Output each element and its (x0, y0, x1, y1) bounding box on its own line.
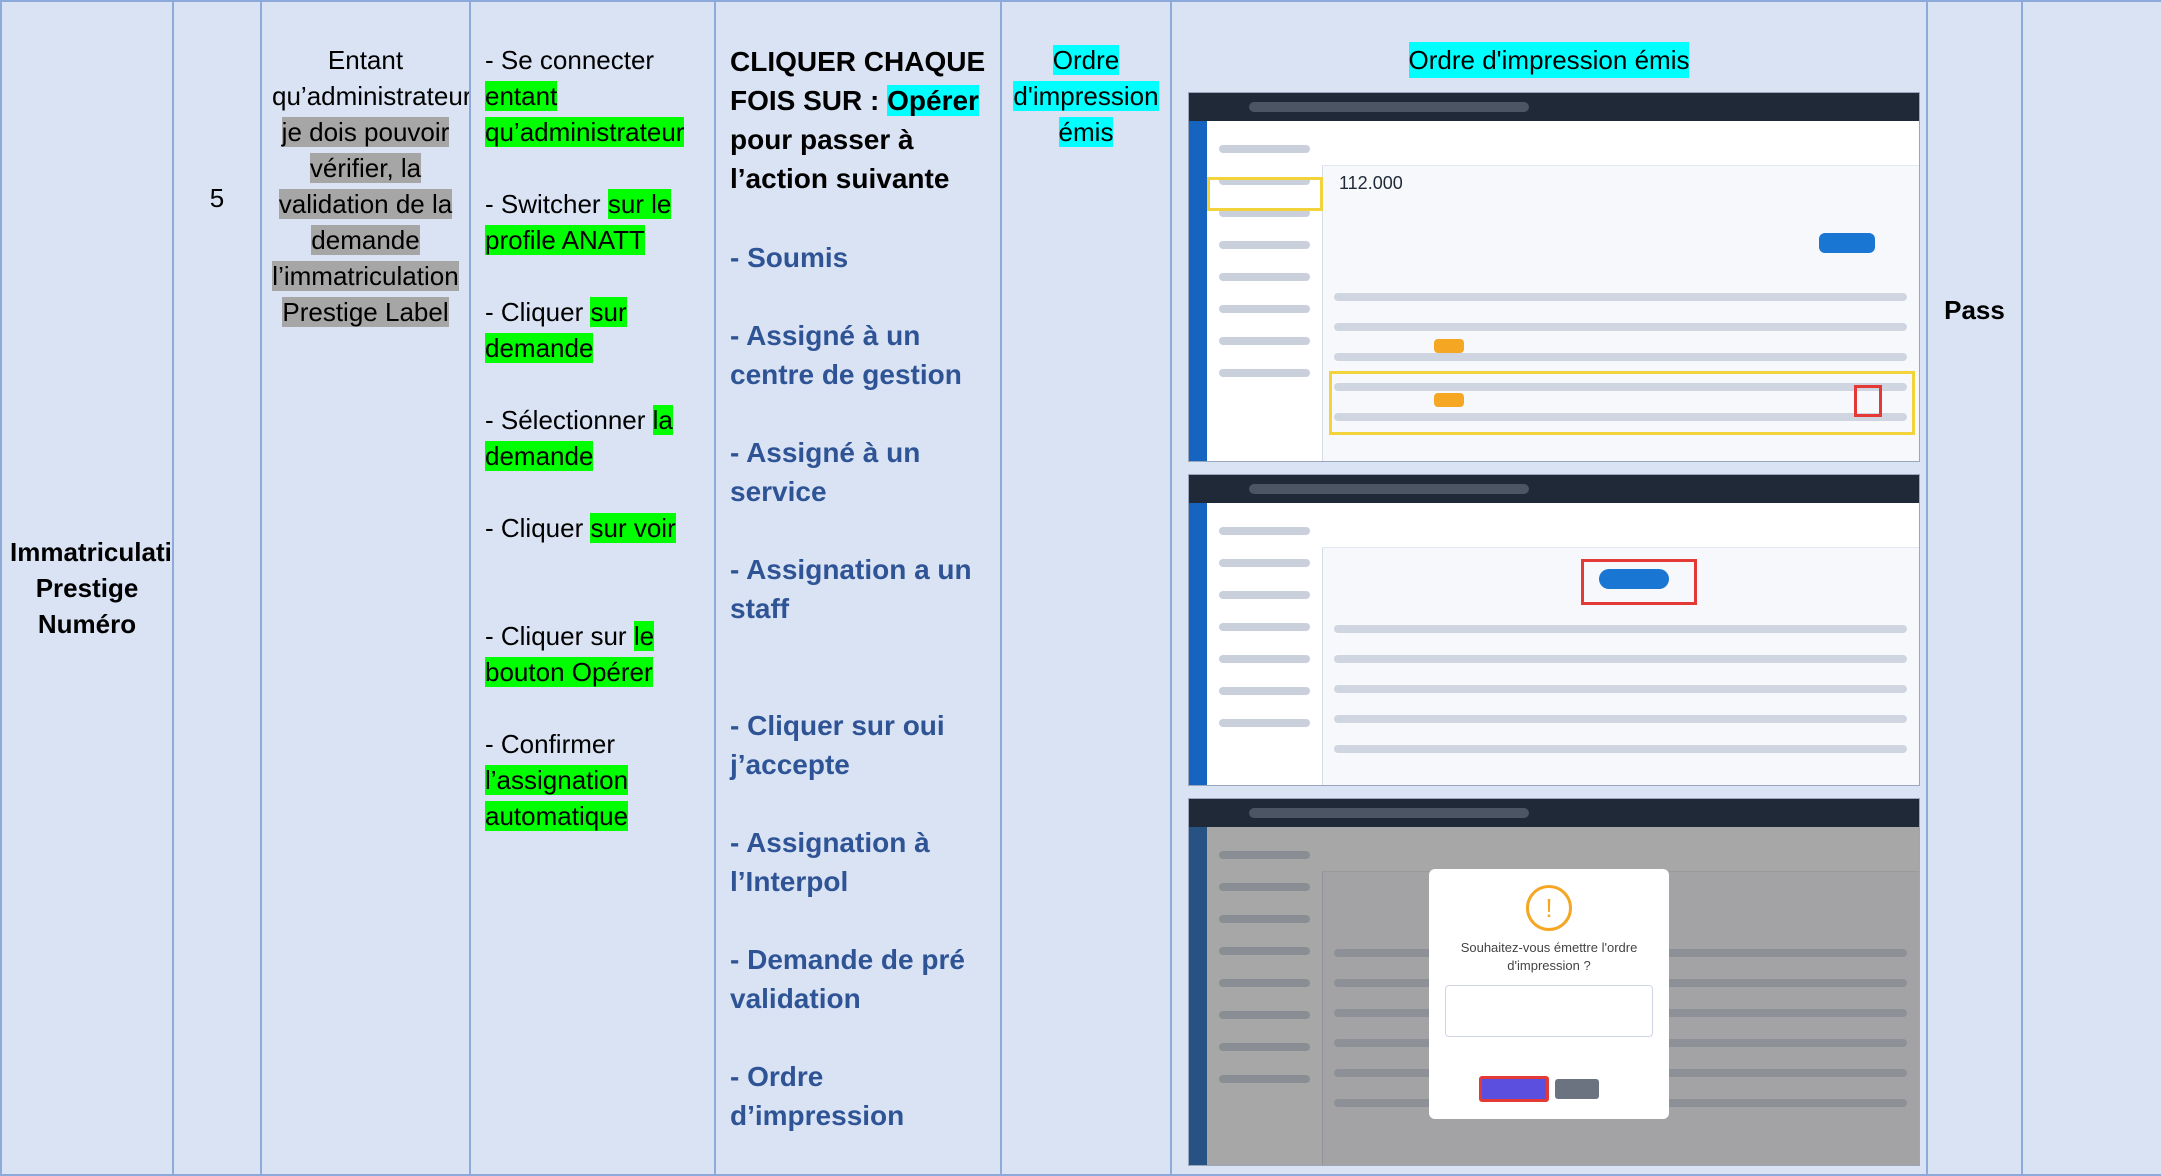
status-cell: Pass (1926, 0, 2023, 1176)
app-header (1322, 503, 1919, 548)
browser-bar (1189, 799, 1919, 827)
step-prefix: - Confirmer (485, 729, 616, 759)
step-item: - Cliquer sur le bouton Opérer (485, 618, 704, 690)
amount-value: 112.000 (1339, 173, 1403, 193)
detail-fields (1334, 625, 1907, 777)
step-prefix: - Se connecter (485, 45, 655, 75)
step-prefix: - Cliquer (485, 297, 591, 327)
step-item: - Confirmer l’assignation automatique (485, 726, 704, 834)
expected-item: - Demande de pré validation (730, 944, 965, 1014)
step-prefix: - Cliquer (485, 513, 591, 543)
confirm-dialog: ! Souhaitez-vous émettre l'ordre d'impre… (1429, 869, 1669, 1119)
expected-heading: CLIQUER CHAQUE FOIS SUR : Opérer pour pa… (730, 42, 990, 198)
screenshot-requests-list: 112.000 (1188, 92, 1920, 462)
screenshot-request-detail (1188, 474, 1920, 786)
obtained-result: Ordre d'impression émis (1013, 45, 1159, 147)
search-button (1819, 233, 1875, 253)
expected-item: - Assignation à l’Interpol (730, 827, 930, 897)
step-highlight: l’assignation automatique (485, 765, 629, 831)
cancel-button (1555, 1079, 1599, 1100)
story-text-highlight: je dois pouvoir vérifier, la validation … (272, 117, 459, 327)
sidebar (1207, 503, 1323, 785)
highlight-frame (1207, 177, 1323, 211)
step-item: - Cliquer sur demande (485, 294, 704, 366)
comment-field (1445, 985, 1653, 1037)
obtained-result-cell: Ordre d'impression émis (1000, 0, 1172, 1176)
expected-item: - Cliquer sur oui j’accepte (730, 710, 945, 780)
dialog-buttons (1479, 1069, 1599, 1105)
step-item: - Switcher sur le profile ANATT (485, 186, 704, 258)
heading-highlight: Opérer (887, 85, 979, 116)
step-item: - Se connecter entant qu’administrateur (485, 42, 704, 150)
warning-icon: ! (1526, 885, 1572, 931)
row-highlight-frame (1329, 371, 1915, 435)
expected-item: - Soumis (730, 242, 849, 273)
test-number: 5 (209, 183, 225, 213)
heading-suffix: pour passer à l’action suivante (730, 124, 950, 194)
test-case-table: Immatriculation Prestige Numéro 5 Entant… (0, 0, 2161, 1176)
dialog-title: Souhaitez-vous émettre l'ordre d'impress… (1460, 940, 1638, 973)
browser-bar (1189, 93, 1919, 121)
number-cell: 5 (172, 0, 262, 1176)
step-prefix: - Cliquer sur (485, 621, 634, 651)
nav-rail (1189, 121, 1207, 461)
steps-cell: - Se connecter entant qu’administrateur … (469, 0, 716, 1176)
screenshot-confirm-dialog: ! Souhaitez-vous émettre l'ordre d'impre… (1188, 798, 1920, 1166)
comment-cell (2021, 0, 2161, 1176)
expected-item: - Ordre d’impression (730, 1061, 905, 1131)
browser-bar (1189, 475, 1919, 503)
app-header (1322, 121, 1919, 166)
operate-button (1599, 569, 1669, 589)
step-item: - Sélectionner la demande (485, 402, 704, 474)
step-prefix: - Switcher (485, 189, 608, 219)
step-prefix: - Sélectionner (485, 405, 653, 435)
confirm-button (1479, 1076, 1549, 1103)
expected-item: - Assigné à un centre de gestion (730, 320, 962, 390)
evidence-caption: Ordre d'impression émis (1408, 42, 1690, 78)
status-badge (1434, 339, 1464, 353)
sidebar (1207, 121, 1323, 461)
step-item: - Cliquer sur voir (485, 510, 704, 546)
evidence-cell: Ordre d'impression émis 112.000 ! Souhai… (1170, 0, 1928, 1176)
expected-item: - Assigné à un service (730, 437, 921, 507)
story-text-plain: Entant qu’administrateur, (272, 45, 470, 111)
step-highlight: sur voir (590, 513, 676, 543)
feature-cell: Immatriculation Prestige Numéro (0, 0, 174, 1176)
expected-result-cell: CLIQUER CHAQUE FOIS SUR : Opérer pour pa… (714, 0, 1002, 1176)
user-story-cell: Entant qu’administrateur, je dois pouvoi… (260, 0, 471, 1176)
nav-rail (1189, 503, 1207, 785)
step-highlight: entant qu’administrateur (485, 81, 685, 147)
view-action-frame (1854, 385, 1882, 417)
status-value: Pass (1944, 295, 2005, 325)
feature-name: Immatriculation Prestige Numéro (10, 537, 172, 639)
expected-item: - Assignation a un staff (730, 554, 972, 624)
